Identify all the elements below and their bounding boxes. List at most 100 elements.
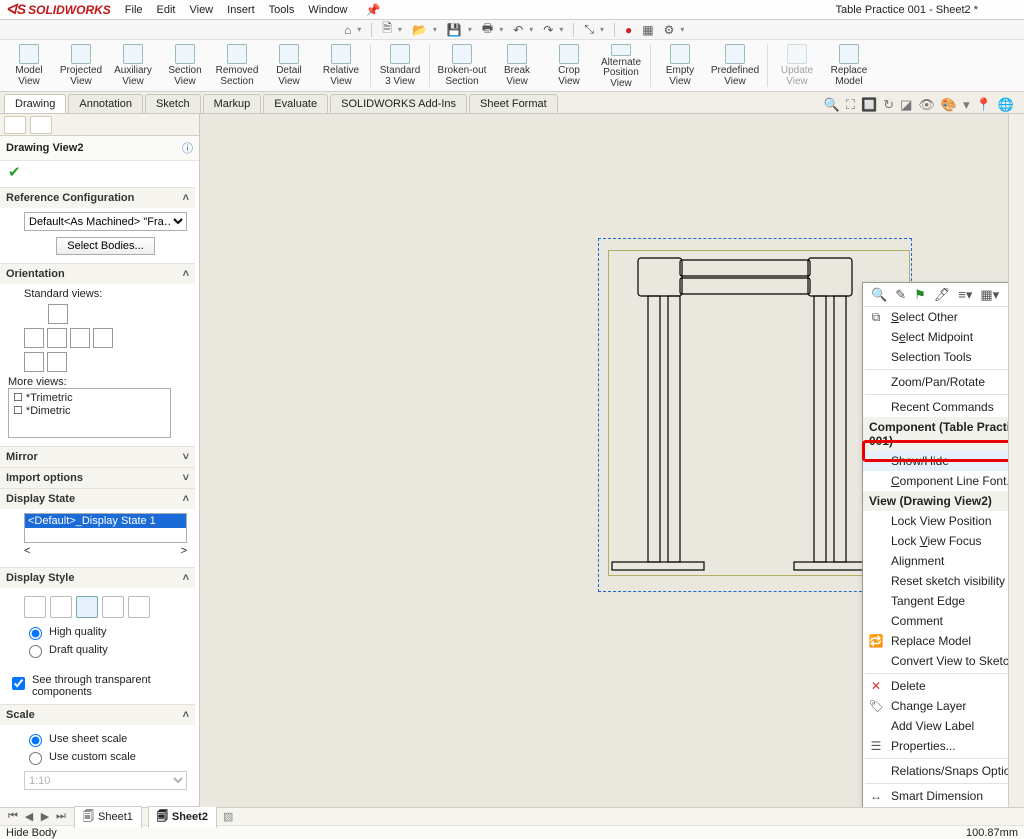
ctx-select-other[interactable]: ⧉Select Other <box>863 307 1024 327</box>
style-shaded-edges[interactable] <box>102 596 124 618</box>
pushpin-icon[interactable]: 📍 <box>976 97 992 113</box>
view-bottom[interactable] <box>47 352 67 372</box>
menu-edit[interactable]: Edit <box>157 4 176 16</box>
ctx-change-layer[interactable]: 🏷Change Layer <box>863 696 1024 716</box>
open-icon[interactable]: 📂 <box>412 23 427 37</box>
tab-annotation[interactable]: Annotation <box>68 94 143 113</box>
settings-gear-icon[interactable]: ⚙ <box>664 23 675 37</box>
nav-next-icon[interactable]: ▶ <box>38 810 52 823</box>
scale-header[interactable]: Scale˄ <box>0 705 195 725</box>
use-sheet-scale-radio[interactable]: Use sheet scale <box>24 731 187 747</box>
relative-view-button[interactable]: RelativeView <box>316 42 366 89</box>
ctx-recent-commands[interactable]: Recent Commands <box>863 397 1024 417</box>
scene-icon[interactable]: ▾ <box>963 97 970 113</box>
see-through-checkbox[interactable]: See through transparent components <box>0 674 195 704</box>
crop-view-button[interactable]: CropView <box>544 42 594 89</box>
ctx-tangent-edge[interactable]: Tangent Edge <box>863 591 1024 611</box>
high-quality-radio[interactable]: High quality <box>24 624 187 640</box>
projected-view-button[interactable]: ProjectedView <box>56 42 106 89</box>
brokenout-section-button[interactable]: Broken-outSection <box>434 42 490 89</box>
ctx-delete[interactable]: ✕Delete <box>863 676 1024 696</box>
globe-icon[interactable]: 🌐 <box>998 97 1014 113</box>
ctx-add-view-label[interactable]: Add View Label <box>863 716 1024 736</box>
empty-view-button[interactable]: EmptyView <box>655 42 705 89</box>
ctx-relations-snaps-options[interactable]: Relations/Snaps Options... <box>863 761 1024 781</box>
tab-drawing[interactable]: Drawing <box>4 94 66 113</box>
ctx-alignment[interactable]: Alignment <box>863 551 1024 571</box>
view-top[interactable] <box>24 328 44 348</box>
new-icon[interactable]: 🗎 <box>382 19 392 40</box>
nav-prev-icon[interactable]: ◀ <box>22 810 36 823</box>
search-icon[interactable]: 🔍 <box>824 97 840 113</box>
context-toolbar[interactable]: 🔍 ✎ ⚑ 🖊 ≡▾ ▦▾ <box>863 283 1024 307</box>
add-sheet-icon[interactable]: ▧ <box>223 810 233 823</box>
style-hidden-visible[interactable] <box>50 596 72 618</box>
style-shaded[interactable] <box>128 596 150 618</box>
zoom-fit-icon[interactable]: ⛶ <box>846 97 855 113</box>
tab-markup[interactable]: Markup <box>203 94 262 113</box>
sheet2-tab[interactable]: 🗐 Sheet2 <box>148 806 217 828</box>
table-icon[interactable]: ▦▾ <box>980 287 999 303</box>
tab-evaluate[interactable]: Evaluate <box>263 94 328 113</box>
grid-icon[interactable]: ▦ <box>642 23 653 37</box>
predefined-view-button[interactable]: PredefinedView <box>707 42 763 89</box>
break-view-button[interactable]: BreakView <box>492 42 542 89</box>
import-options-header[interactable]: Import options˅ <box>0 468 195 488</box>
view-right[interactable] <box>70 328 90 348</box>
removed-section-button[interactable]: RemovedSection <box>212 42 262 89</box>
ctx-properties[interactable]: ☰Properties... <box>863 736 1024 756</box>
ctx-select-midpoint[interactable]: Select Midpoint <box>863 327 1024 347</box>
alternate-position-view-button[interactable]: AlternatePositionView <box>596 42 646 89</box>
tab-addins[interactable]: SOLIDWORKS Add-Ins <box>330 94 467 113</box>
ctx-more-dimensions[interactable]: More Dimensions <box>863 806 1024 807</box>
sheet1-tab[interactable]: 🗐 Sheet1 <box>74 806 142 828</box>
hide-show-icon[interactable]: 👁 <box>918 97 935 113</box>
menu-view[interactable]: View <box>189 4 213 16</box>
ctx-component-line-font[interactable]: Component Line Font... <box>863 471 1024 491</box>
nav-first-icon[interactable]: ⏮ <box>6 810 20 823</box>
redo-icon[interactable]: ↷ <box>543 23 553 37</box>
property-tab[interactable] <box>30 116 52 134</box>
menu-window[interactable]: Window <box>308 4 347 16</box>
pen-icon[interactable]: 🖊 <box>934 287 951 303</box>
home-icon[interactable]: ⌂ <box>344 23 351 37</box>
mirror-header[interactable]: Mirror˅ <box>0 447 195 467</box>
ok-button[interactable]: ✔ <box>0 161 199 187</box>
scroll-right-icon[interactable]: > <box>181 545 187 557</box>
view-back[interactable] <box>93 328 113 348</box>
rotate-icon[interactable]: ↻ <box>883 97 894 113</box>
ctx-smart-dimension[interactable]: ↔Smart Dimension <box>863 786 1024 806</box>
vertical-scrollbar[interactable] <box>1008 114 1024 807</box>
display-state-header[interactable]: Display State˄ <box>0 489 195 509</box>
display-style-icon[interactable]: ◪ <box>900 97 912 113</box>
view-left[interactable] <box>47 328 67 348</box>
zoom-selection-icon[interactable]: 🔍 <box>871 287 887 303</box>
ctx-lock-view-focus[interactable]: Lock View Focus <box>863 531 1024 551</box>
reference-configuration-select[interactable]: Default<As Machined> "Fra… <box>24 212 187 231</box>
display-state-list[interactable]: <Default>_Display State 1 <box>24 513 187 543</box>
tab-sketch[interactable]: Sketch <box>145 94 201 113</box>
orientation-header[interactable]: Orientation˄ <box>0 264 195 284</box>
view-front[interactable] <box>48 304 68 324</box>
flag-icon[interactable]: ⚑ <box>914 287 926 303</box>
use-custom-scale-radio[interactable]: Use custom scale <box>24 749 187 765</box>
more-views-list[interactable]: ☐ *Trimetric ☐ *Dimetric <box>8 388 171 438</box>
select-icon[interactable]: ⤡ <box>584 22 594 37</box>
filter-icon[interactable]: ✎ <box>895 287 906 303</box>
ctx-comment[interactable]: Comment <box>863 611 1024 631</box>
scroll-left-icon[interactable]: < <box>24 545 30 557</box>
traffic-icon[interactable]: ● <box>625 23 632 37</box>
feature-tree-tab[interactable] <box>4 116 26 134</box>
auxiliary-view-button[interactable]: AuxiliaryView <box>108 42 158 89</box>
reference-configuration-header[interactable]: Reference Configuration˄ <box>0 188 195 208</box>
model-view-button[interactable]: ModelView <box>4 42 54 89</box>
context-menu[interactable]: 🔍 ✎ ⚑ 🖊 ≡▾ ▦▾ ⧉Select Other Select Midpo… <box>862 282 1024 807</box>
draft-quality-radio[interactable]: Draft quality <box>24 642 187 658</box>
menu-insert[interactable]: Insert <box>227 4 255 16</box>
ctx-show-hide[interactable]: Show/Hide <box>863 451 1024 471</box>
help-icon[interactable]: ⓘ <box>182 140 193 156</box>
ctx-lock-view-position[interactable]: Lock View Position <box>863 511 1024 531</box>
replace-model-button[interactable]: ReplaceModel <box>824 42 874 89</box>
ctx-zoom-pan-rotate[interactable]: Zoom/Pan/Rotate <box>863 372 1024 392</box>
menu-tools[interactable]: Tools <box>269 4 295 16</box>
